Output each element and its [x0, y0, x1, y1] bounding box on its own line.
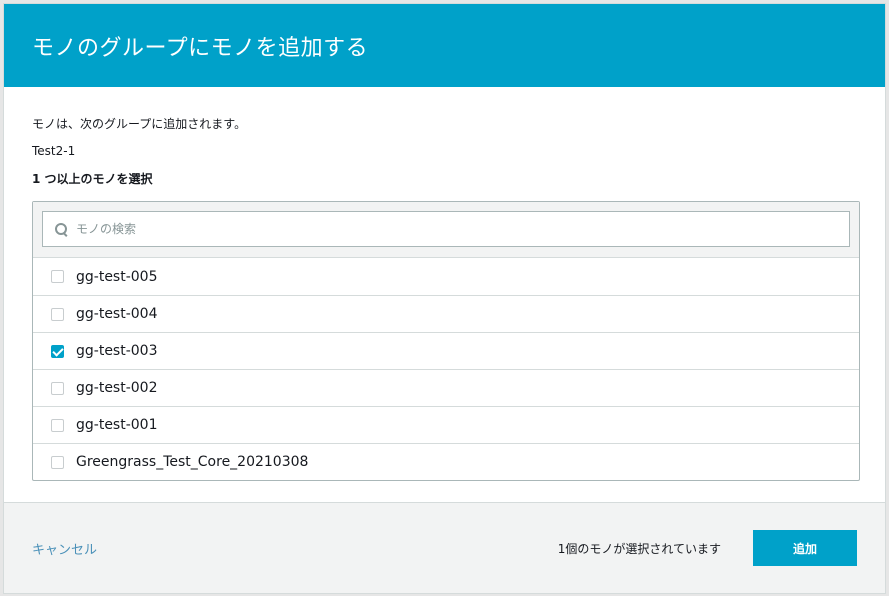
add-things-dialog: モノのグループにモノを追加する モノは、次のグループに追加されます。 Test2… [3, 3, 886, 594]
checkbox[interactable] [51, 455, 64, 469]
group-name: Test2-1 [32, 144, 76, 158]
checkbox-checked[interactable] [51, 344, 64, 358]
list-item[interactable]: gg-test-001 [33, 406, 859, 443]
checkbox[interactable] [51, 270, 64, 283]
selection-count: 1個のモノが選択されています [557, 541, 721, 556]
item-label: gg-test-001 [76, 417, 158, 433]
search-icon [55, 222, 68, 236]
dialog-body: モノは、次のグループに追加されます。 Test2-1 1 つ以上のモノを選択 g… [4, 115, 885, 481]
dialog-footer: キャンセル 1個のモノが選択されています 追加 [4, 502, 885, 593]
search-box[interactable] [42, 211, 850, 247]
list-item[interactable]: gg-test-004 [33, 295, 859, 332]
select-things-label: 1 つ以上のモノを選択 [32, 172, 153, 186]
list-item[interactable]: gg-test-005 [33, 258, 859, 295]
cancel-link[interactable]: キャンセル [32, 539, 97, 558]
item-label: gg-test-004 [76, 306, 158, 322]
item-label: Greengrass_Test_Core_20210308 [76, 454, 309, 470]
list-item[interactable]: gg-test-003 [33, 332, 859, 369]
description-text: モノは、次のグループに追加されます。 [32, 117, 247, 131]
dialog-title: モノのグループにモノを追加する [32, 35, 369, 61]
add-button[interactable]: 追加 [753, 530, 857, 566]
item-label: gg-test-005 [76, 268, 158, 285]
list-item[interactable]: Greengrass_Test_Core_20210308 [33, 443, 859, 480]
list-item[interactable]: gg-test-002 [33, 369, 859, 406]
checkbox[interactable] [51, 307, 64, 321]
checkbox[interactable] [51, 381, 64, 395]
things-list: gg-test-005 gg-test-004 gg-test-003 gg-test… [32, 201, 860, 481]
checkbox[interactable] [51, 418, 64, 432]
search-bar [33, 202, 859, 258]
item-label: gg-test-003 [76, 343, 158, 359]
search-input[interactable] [76, 222, 776, 236]
item-label: gg-test-002 [76, 380, 158, 396]
dialog-header: モノのグループにモノを追加する [4, 4, 885, 87]
